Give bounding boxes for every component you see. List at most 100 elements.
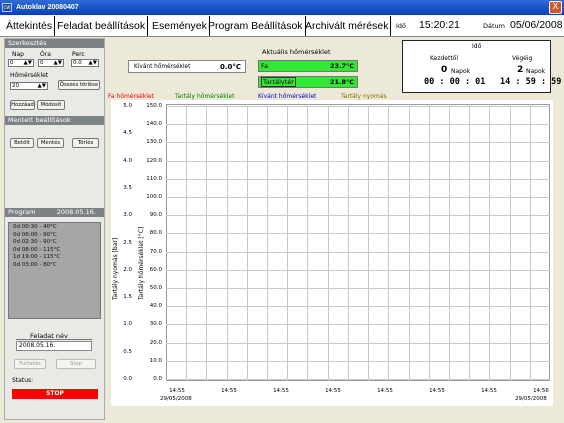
szerkesztes-header: Szerkesztés [5, 39, 104, 48]
close-button[interactable]: X [549, 1, 562, 14]
y-temp-tick-label: 110.0 [146, 175, 162, 182]
x-tick-label: 14:55 [429, 388, 445, 394]
y-temp-tick-label: 100.0 [146, 194, 162, 200]
app-icon: CW [2, 3, 12, 12]
grid-line [166, 342, 550, 344]
grid-line [186, 104, 188, 381]
kezdettol-time: 00 : 00 : 01 [424, 77, 486, 87]
fa-label: Fa [261, 62, 269, 70]
ora-stepper[interactable]: 0 ▲▼ [38, 59, 64, 67]
y-pressure-tick-label: 2.5 [123, 239, 132, 246]
tab-esemenyek[interactable]: Események [150, 16, 210, 36]
legend-kivant: Kívánt hőmérséklet [258, 93, 317, 100]
nap-stepper[interactable]: 0 ▲▼ [8, 59, 34, 67]
list-item[interactable]: 0d 02:30 - 90°C [9, 239, 100, 247]
ido-box-title: Idő [472, 43, 482, 50]
tab-archivalt-meresek[interactable]: Archivált mérések [303, 16, 392, 36]
grid-line [529, 104, 531, 381]
tab-program-beallitasok[interactable]: Program Beállítások [206, 16, 306, 36]
osszes-torlese-button[interactable]: Összes törlése [58, 80, 100, 90]
mentes-button[interactable]: Mentés [37, 138, 64, 148]
grid-line [206, 104, 208, 381]
hozzaad-button[interactable]: Hozzáad [10, 100, 35, 110]
grid-line [267, 104, 269, 381]
y-temp-tick-label: 140.0 [146, 121, 162, 128]
nap-label: Nap [12, 51, 24, 58]
tab-feladat-beallitasok[interactable]: Feladat beállítások [55, 16, 149, 36]
program-title: Program [8, 208, 36, 216]
modosit-button[interactable]: Módosít [37, 100, 65, 110]
y-temp-tick-label: 120.0 [146, 157, 162, 164]
tartaly-value: 21.8°C [329, 78, 354, 86]
date-label: Dátum [483, 22, 505, 30]
grid-line [246, 104, 248, 381]
current-time: 15:20:21 [419, 19, 460, 31]
status-badge: STOP [12, 389, 98, 399]
plot-area[interactable] [166, 104, 550, 381]
kivant-value: 0.0°C [219, 63, 241, 71]
grid-line [166, 251, 550, 253]
title-bar: Autoklav 20080407 [0, 0, 564, 15]
nap-value: 0 [10, 60, 14, 66]
list-item[interactable]: 1d 19:00 - 115°C [9, 254, 100, 262]
y-pressure-tick-label: 3.0 [123, 212, 132, 219]
y-temp-tick-label: 70.0 [149, 248, 162, 255]
homerseklet-stepper[interactable]: 20 ▲▼ [10, 82, 48, 90]
y-temp-tick-label: 50.0 [149, 285, 162, 291]
grid-line [166, 160, 550, 162]
tartaly-temp-box: Tartálytér 21.8°C [258, 76, 358, 88]
stop-button[interactable]: Stop [56, 359, 96, 369]
x-tick-label: 14:55 [273, 388, 289, 394]
stepper-arrows-icon[interactable]: ▲▼ [38, 83, 46, 90]
aktualis-title: Aktuális hőmérséklet [262, 48, 331, 56]
y-temp-tick-label: 90.0 [149, 212, 162, 219]
list-item[interactable]: 0d 08:00 - 115°C [9, 247, 100, 255]
vegeig-time: 14 : 59 : 59 [500, 77, 562, 87]
list-item[interactable]: 0d 00:30 - 40°C [9, 224, 100, 232]
x-tick-label: 14:55 [377, 388, 393, 394]
betolt-button[interactable]: Betölt [10, 138, 34, 148]
y-temp-tick-label: 130.0 [146, 139, 162, 146]
feladat-nev-input[interactable]: 2008.05.16. [16, 341, 92, 351]
program-list[interactable]: 0d 00:30 - 40°C 0d 06:00 - 90°C 0d 02:30… [8, 222, 101, 319]
homerseklet-value: 20 [12, 83, 19, 89]
y-temp-tick-label: 0.0 [153, 376, 162, 382]
time-label: Idő [396, 22, 407, 30]
kezdettol-label: Kezdettől [430, 55, 459, 62]
legend-tartaly-homerseklet: Tartály hőmérséklet [175, 93, 235, 100]
futtatas-button[interactable]: Futtatás [14, 359, 46, 369]
stepper-arrows-icon[interactable]: ▲▼ [89, 60, 97, 67]
y-pressure-tick-label: 2.0 [123, 266, 132, 273]
grid-line [166, 215, 550, 217]
grid-line [166, 233, 550, 235]
grid-line [307, 104, 309, 381]
mentett-header: Mentett beállítások [5, 116, 104, 125]
grid-line [166, 306, 550, 308]
grid-line [489, 104, 491, 381]
x-tick-label: 14:56 [533, 388, 549, 394]
list-item[interactable]: 0d 03:00 - 80°C [9, 262, 100, 270]
y-temp-tick-label: 150.0 [146, 103, 162, 109]
list-item[interactable]: 0d 06:00 - 90°C [9, 232, 100, 240]
torles-button[interactable]: Törlés [72, 138, 99, 148]
grid-line [448, 104, 450, 381]
stepper-arrows-icon[interactable]: ▲▼ [24, 60, 32, 67]
ora-label: Óra [40, 51, 51, 58]
x-tick-label: 14:55 [221, 388, 237, 394]
y-temp-tick-label: 10.0 [149, 357, 162, 364]
tab-attekintes[interactable]: Áttekintés [4, 16, 56, 36]
grid-line [166, 360, 550, 362]
kivant-homerseklet-box: Kívánt hőmérséklet 0.0°C [128, 60, 246, 73]
grid-line [166, 124, 550, 126]
y-pressure-tick-label: 4.0 [123, 157, 132, 164]
status-label: Status: [12, 377, 34, 384]
y-temp-tick-label: 20.0 [149, 339, 162, 346]
x-tick-label: 14:55 [169, 388, 185, 394]
y-pressure-tick-label: 0.0 [123, 376, 132, 382]
y-temp-tick-label: 40.0 [149, 303, 162, 310]
grid-line [327, 104, 329, 381]
tartaly-label: Tartálytér [261, 77, 296, 87]
x-tick-label: 14:55 [481, 388, 497, 394]
perc-stepper[interactable]: 0.0 ▲▼ [71, 59, 99, 67]
stepper-arrows-icon[interactable]: ▲▼ [54, 60, 62, 67]
